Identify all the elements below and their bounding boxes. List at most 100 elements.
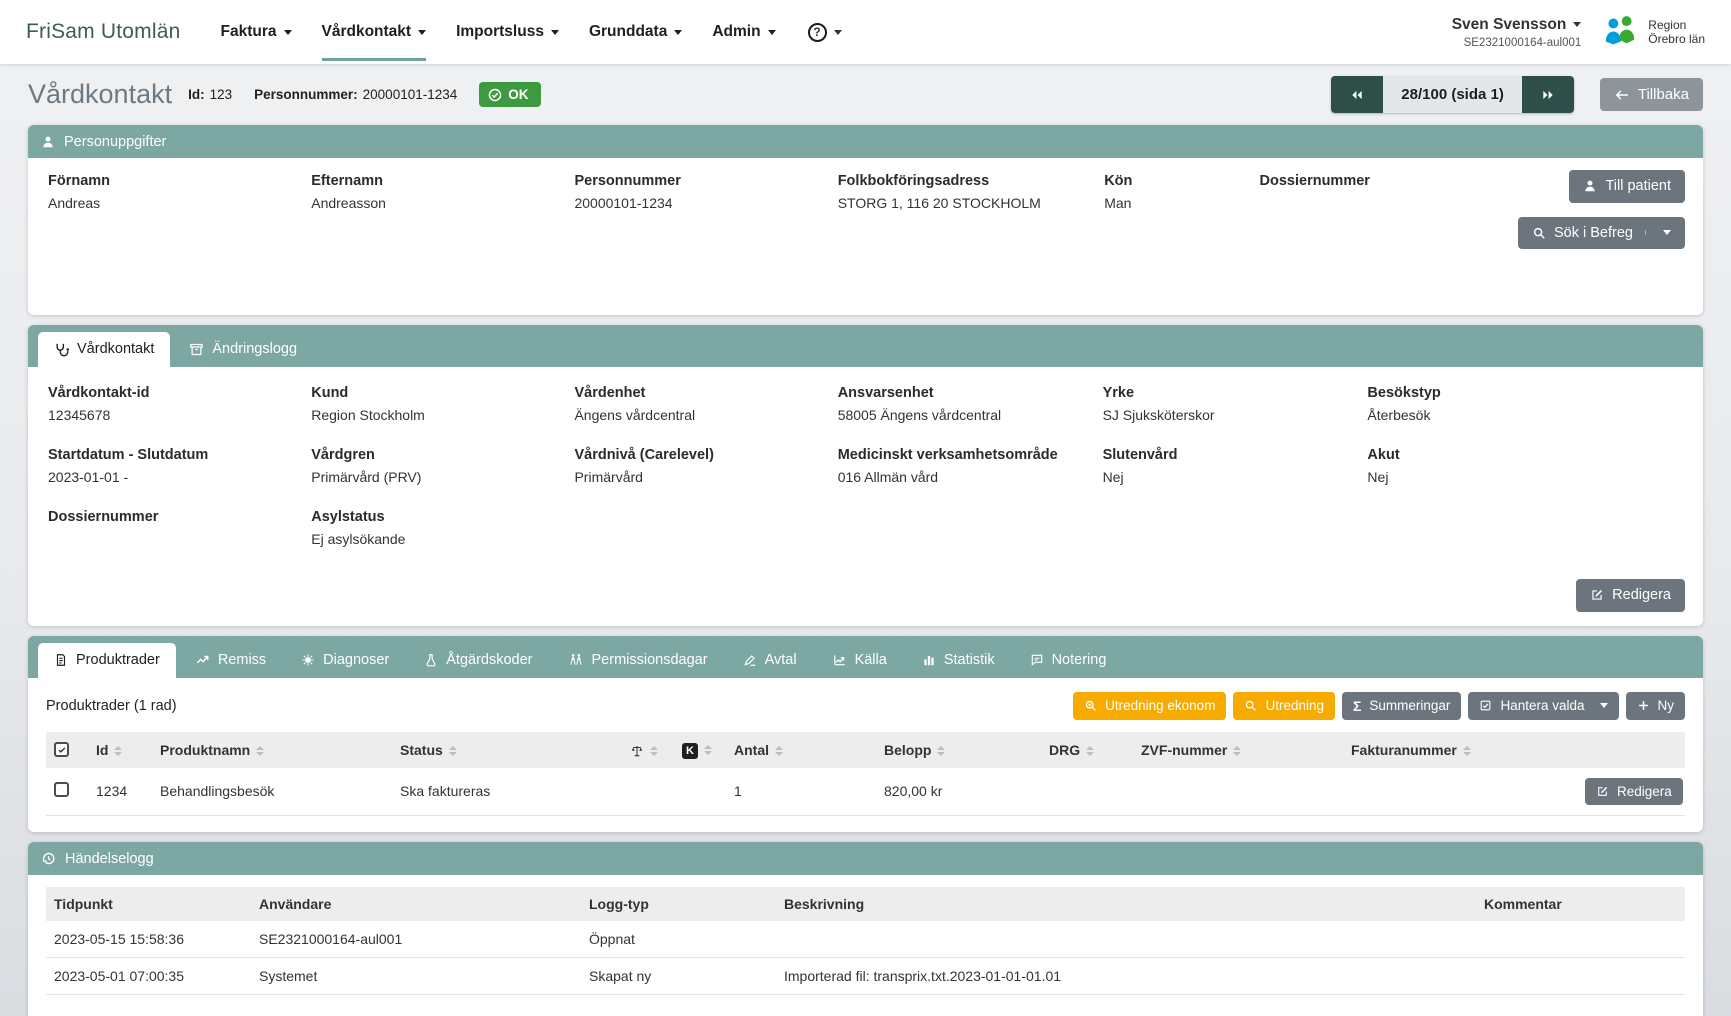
col-header-tidpunkt: Tidpunkt bbox=[46, 887, 251, 921]
search-plus-icon bbox=[1084, 699, 1097, 712]
tab-vardkontakt[interactable]: Vårdkontakt bbox=[38, 332, 170, 367]
menu-faktura[interactable]: Faktura bbox=[221, 3, 292, 61]
archive-icon bbox=[189, 342, 204, 357]
care-contact-panel: Vårdkontakt Ändringslogg Vårdkontakt-id1… bbox=[28, 325, 1703, 626]
field-kon: KönMan bbox=[1104, 173, 1259, 212]
record-id: Id:123 bbox=[188, 87, 232, 102]
sort-icon bbox=[704, 745, 712, 755]
chevron-down-icon bbox=[284, 30, 292, 35]
arrow-left-icon bbox=[1614, 88, 1630, 102]
new-product-row-button[interactable]: Ny bbox=[1626, 692, 1686, 720]
menu-vardkontakt[interactable]: Vårdkontakt bbox=[322, 3, 427, 61]
utredning-button[interactable]: Utredning bbox=[1233, 692, 1335, 720]
cell-produktnamn: Behandlingsbesök bbox=[152, 768, 392, 816]
back-button[interactable]: Tillbaka bbox=[1600, 78, 1703, 111]
event-log-header-row: Tidpunkt Användare Logg-typ Beskrivning … bbox=[46, 887, 1685, 921]
col-header-id[interactable]: Id bbox=[88, 732, 152, 768]
tab-avtal[interactable]: Avtal bbox=[727, 643, 813, 678]
edit-icon bbox=[1590, 588, 1604, 602]
pager-next-button[interactable] bbox=[1522, 76, 1574, 113]
hantera-valda-button[interactable]: Hantera valda bbox=[1468, 692, 1618, 720]
chevron-down-icon bbox=[1600, 703, 1608, 708]
cell-beskrivning bbox=[776, 921, 1476, 958]
menu-admin[interactable]: Admin bbox=[712, 3, 775, 61]
question-icon: ? bbox=[808, 23, 827, 42]
cell-fakturanummer bbox=[1343, 768, 1577, 816]
cell-loggtyp: Skapat ny bbox=[581, 958, 776, 995]
product-table-header-row: Id Produktnamn Status K Antal Belopp DRG… bbox=[46, 732, 1685, 768]
check-circle-icon bbox=[488, 88, 502, 102]
event-log-table: Tidpunkt Användare Logg-typ Beskrivning … bbox=[46, 887, 1685, 995]
flask-icon bbox=[424, 653, 438, 667]
edit-product-row-button[interactable]: Redigera bbox=[1585, 778, 1683, 806]
status-badge: OK bbox=[479, 82, 540, 107]
row-checkbox[interactable] bbox=[54, 782, 69, 797]
user-name: Sven Svensson bbox=[1452, 16, 1567, 34]
sigma-icon: Σ bbox=[1353, 699, 1361, 713]
tab-andringslogg[interactable]: Ändringslogg bbox=[173, 332, 313, 367]
col-header-drg[interactable]: DRG bbox=[1041, 732, 1133, 768]
dropdown-toggle[interactable] bbox=[1645, 230, 1671, 235]
page-header: Vårdkontakt Id:123 Personnummer:20000101… bbox=[28, 76, 1703, 113]
tab-permissionsdagar[interactable]: Permissionsdagar bbox=[552, 643, 724, 678]
cell-kommentar bbox=[1476, 921, 1685, 958]
tab-atgardskoder[interactable]: Åtgärdskoder bbox=[408, 643, 548, 678]
col-header-belopp[interactable]: Belopp bbox=[876, 732, 1041, 768]
cell-zvf bbox=[1133, 768, 1343, 816]
event-log-panel: Händelselogg Tidpunkt Användare Logg-typ… bbox=[28, 842, 1703, 1016]
col-header-scales[interactable] bbox=[622, 732, 674, 768]
sort-icon bbox=[775, 746, 783, 756]
sort-icon bbox=[937, 746, 945, 756]
col-header-status[interactable]: Status bbox=[392, 732, 622, 768]
event-log-header: Händelselogg bbox=[28, 842, 1703, 875]
tab-notering[interactable]: Notering bbox=[1014, 643, 1123, 678]
col-header-anvandare: Användare bbox=[251, 887, 581, 921]
care-contact-tabs: Vårdkontakt Ändringslogg bbox=[28, 325, 1703, 367]
product-count-label: Produktrader (1 rad) bbox=[46, 698, 177, 714]
summeringar-button[interactable]: Σ Summeringar bbox=[1342, 692, 1461, 720]
select-all-checkbox[interactable] bbox=[46, 732, 88, 768]
col-header-fakturanummer[interactable]: Fakturanummer bbox=[1343, 732, 1577, 768]
cell-scales bbox=[622, 768, 674, 816]
sok-i-befreg-button[interactable]: Sök i Befreg bbox=[1518, 217, 1685, 250]
tab-produktrader[interactable]: Produktrader bbox=[38, 643, 176, 678]
edit-care-contact-button[interactable]: Redigera bbox=[1576, 579, 1685, 612]
tab-remiss[interactable]: Remiss bbox=[179, 643, 282, 678]
col-header-loggtyp: Logg-typ bbox=[581, 887, 776, 921]
trend-arrow-icon bbox=[195, 653, 210, 667]
utredning-ekonom-button[interactable]: Utredning ekonom bbox=[1073, 692, 1226, 720]
record-pager: 28/100 (sida 1) bbox=[1331, 76, 1574, 113]
cell-loggtyp: Öppnat bbox=[581, 921, 776, 958]
sort-icon bbox=[256, 746, 264, 756]
user-menu[interactable]: Sven Svensson SE2321000164-aul001 bbox=[1452, 16, 1582, 49]
pager-previous-button[interactable] bbox=[1331, 76, 1383, 113]
chevron-down-icon bbox=[551, 30, 559, 35]
tab-kalla[interactable]: Källa bbox=[816, 643, 903, 678]
cell-k bbox=[674, 768, 726, 816]
history-icon bbox=[41, 851, 56, 866]
col-header-k[interactable]: K bbox=[674, 732, 726, 768]
edit-icon bbox=[1596, 785, 1609, 798]
help-menu[interactable]: ? bbox=[808, 23, 842, 42]
tab-diagnoser[interactable]: Diagnoser bbox=[285, 643, 405, 678]
menu-grunddata[interactable]: Grunddata bbox=[589, 3, 682, 61]
checkbox-checked-icon[interactable] bbox=[54, 742, 69, 757]
till-patient-button[interactable]: Till patient bbox=[1569, 170, 1685, 203]
person-panel-header: Personuppgifter bbox=[28, 125, 1703, 158]
field-medicinskt-verksamhetsomrade: Medicinskt verksamhetsområde016 Allmän v… bbox=[838, 447, 1103, 486]
event-log-title: Händelselogg bbox=[65, 851, 154, 867]
field-yrke: YrkeSJ Sjuksköterskor bbox=[1103, 385, 1368, 424]
pagination-status: 28/100 (sida 1) bbox=[1383, 76, 1522, 113]
col-header-zvf[interactable]: ZVF-nummer bbox=[1133, 732, 1343, 768]
person-panel-title: Personuppgifter bbox=[64, 134, 166, 150]
field-vardgren: VårdgrenPrimärvård (PRV) bbox=[311, 447, 574, 486]
menu-importsluss[interactable]: Importsluss bbox=[456, 3, 559, 61]
pen-icon bbox=[743, 653, 757, 667]
col-header-kommentar: Kommentar bbox=[1476, 887, 1685, 921]
app-brand[interactable]: FriSam Utomlän bbox=[26, 20, 181, 44]
tab-statistik[interactable]: Statistik bbox=[906, 643, 1011, 678]
col-header-produktnamn[interactable]: Produktnamn bbox=[152, 732, 392, 768]
k-badge-icon: K bbox=[682, 743, 698, 759]
col-header-beskrivning: Beskrivning bbox=[776, 887, 1476, 921]
col-header-antal[interactable]: Antal bbox=[726, 732, 876, 768]
